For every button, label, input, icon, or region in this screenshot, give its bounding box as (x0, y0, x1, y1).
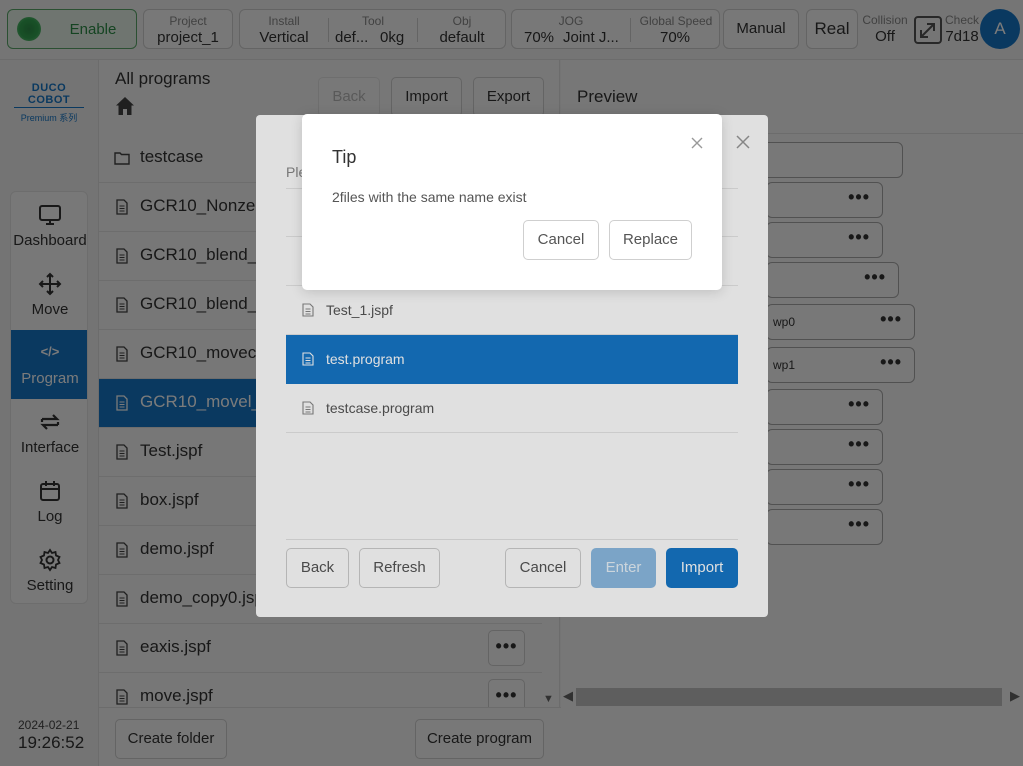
tip-message: 2files with the same name exist (332, 189, 527, 205)
close-icon[interactable] (691, 137, 703, 149)
tip-cancel-button[interactable]: Cancel (523, 220, 599, 260)
tip-title: Tip (332, 147, 357, 167)
replace-button[interactable]: Replace (609, 220, 692, 260)
tip-dialog: Tip 2files with the same name exist Canc… (302, 114, 722, 290)
